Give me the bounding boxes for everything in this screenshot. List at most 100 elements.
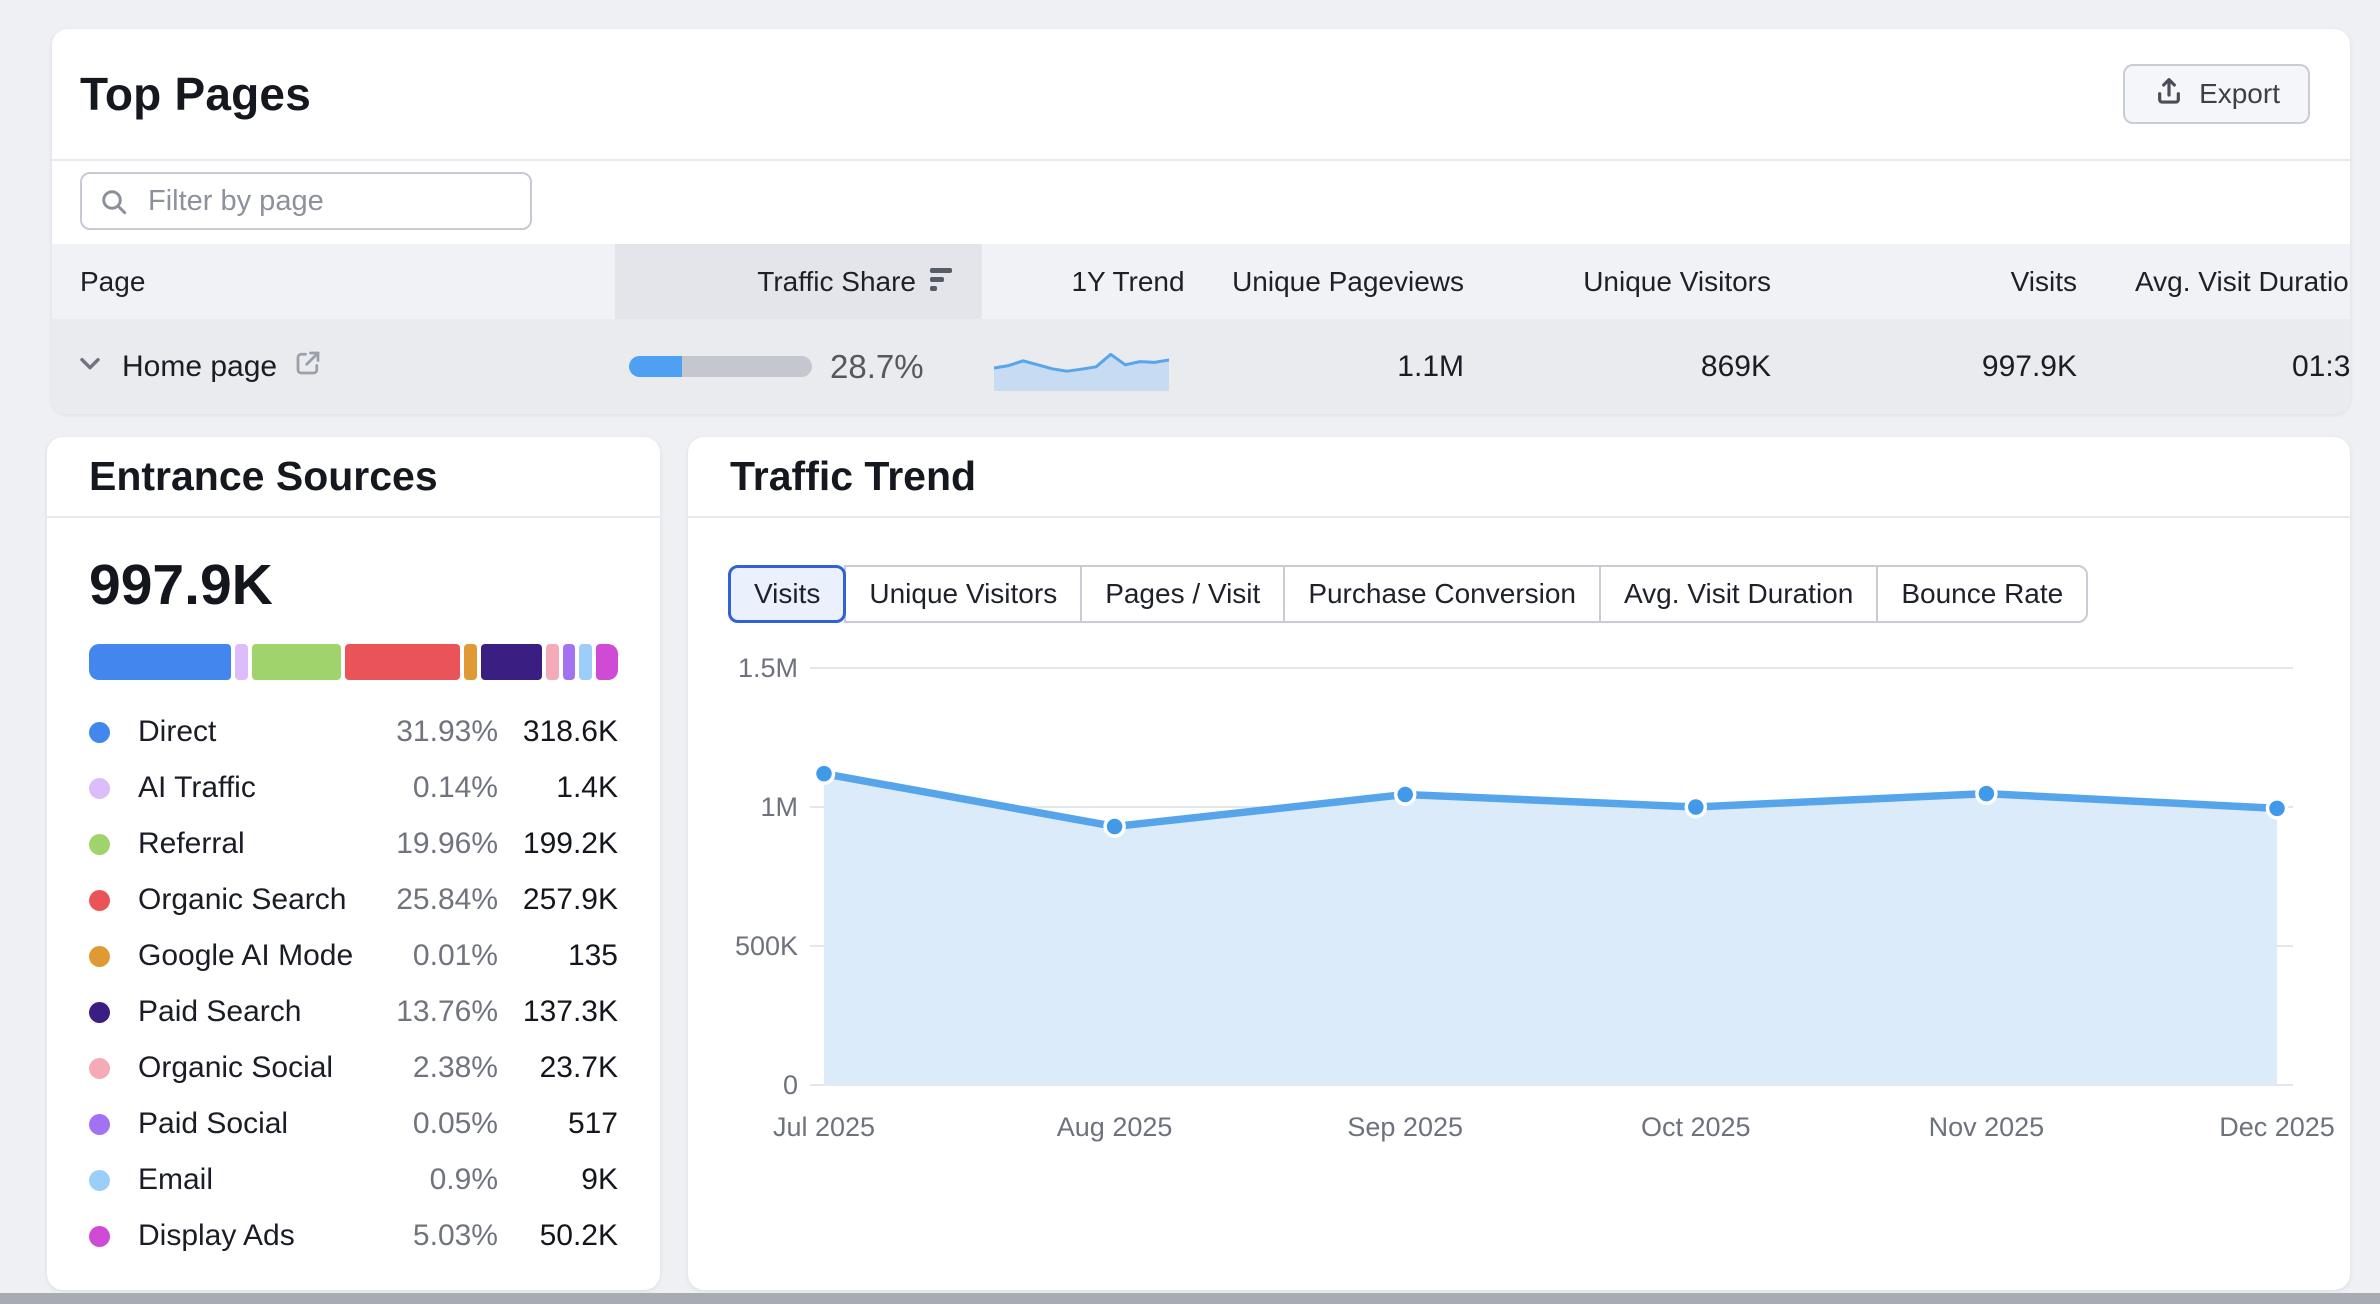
col-header-page[interactable]: Page bbox=[80, 244, 145, 319]
svg-text:1.5M: 1.5M bbox=[738, 653, 798, 683]
export-button[interactable]: Export bbox=[2123, 64, 2310, 124]
svg-text:Nov 2025: Nov 2025 bbox=[1929, 1112, 2045, 1142]
source-segment-email bbox=[579, 644, 591, 680]
legend-item-paid-search[interactable]: Paid Search13.76%137.3K bbox=[47, 984, 660, 1040]
filter-by-page-input[interactable] bbox=[80, 172, 532, 230]
source-segment-ai-traffic bbox=[235, 644, 247, 680]
legend-label: Paid Search bbox=[138, 995, 363, 1029]
svg-text:Oct 2025: Oct 2025 bbox=[1641, 1112, 1751, 1142]
legend-percent: 0.01% bbox=[363, 939, 498, 973]
chevron-down-icon[interactable] bbox=[74, 347, 106, 387]
source-segment-paid-social bbox=[563, 644, 575, 680]
traffic-trend-title: Traffic Trend bbox=[730, 453, 976, 500]
legend-label: Direct bbox=[138, 715, 363, 749]
legend-value: 137.3K bbox=[498, 995, 618, 1029]
entrance-sources-title: Entrance Sources bbox=[89, 453, 438, 500]
legend-label: Google AI Mode bbox=[138, 939, 363, 973]
svg-text:Sep 2025: Sep 2025 bbox=[1347, 1112, 1463, 1142]
filter-section bbox=[52, 161, 2350, 244]
1y-trend-sparkline bbox=[994, 342, 1169, 399]
entrance-sources-total: 997.9K bbox=[47, 518, 660, 618]
horizontal-scrollbar[interactable] bbox=[0, 1293, 2380, 1304]
legend-percent: 25.84% bbox=[363, 883, 498, 917]
svg-text:Aug 2025: Aug 2025 bbox=[1057, 1112, 1173, 1142]
legend-dot-icon bbox=[89, 1170, 110, 1191]
legend-value: 257.9K bbox=[498, 883, 618, 917]
tab-purchase-conversion[interactable]: Purchase Conversion bbox=[1283, 565, 1601, 623]
legend-value: 199.2K bbox=[498, 827, 618, 861]
legend-dot-icon bbox=[89, 722, 110, 743]
sort-descending-icon bbox=[930, 268, 952, 295]
legend-percent: 5.03% bbox=[363, 1219, 498, 1253]
legend-item-paid-social[interactable]: Paid Social0.05%517 bbox=[47, 1096, 660, 1152]
metric-tabs: VisitsUnique VisitorsPages / VisitPurcha… bbox=[728, 565, 2088, 623]
legend-item-referral[interactable]: Referral19.96%199.2K bbox=[47, 816, 660, 872]
col-header-avg-visit-duration[interactable]: Avg. Visit Duration bbox=[2135, 244, 2350, 319]
legend-value: 1.4K bbox=[498, 771, 618, 805]
tab-pages-visit[interactable]: Pages / Visit bbox=[1080, 565, 1285, 623]
tab-unique-visitors[interactable]: Unique Visitors bbox=[844, 565, 1082, 623]
page-link-label[interactable]: Home page bbox=[122, 350, 277, 384]
source-segment-display-ads bbox=[596, 644, 618, 680]
source-segment-organic-social bbox=[546, 644, 558, 680]
unique-visitors-value: 869K bbox=[1531, 319, 1771, 414]
legend-value: 517 bbox=[498, 1107, 618, 1141]
entrance-sources-legend: Direct31.93%318.6KAI Traffic0.14%1.4KRef… bbox=[47, 704, 660, 1264]
tab-visits[interactable]: Visits bbox=[728, 565, 846, 623]
legend-item-display-ads[interactable]: Display Ads5.03%50.2K bbox=[47, 1208, 660, 1264]
legend-dot-icon bbox=[89, 1114, 110, 1135]
tab-avg-visit-duration[interactable]: Avg. Visit Duration bbox=[1599, 565, 1878, 623]
legend-value: 9K bbox=[498, 1163, 618, 1197]
legend-percent: 13.76% bbox=[363, 995, 498, 1029]
legend-value: 135 bbox=[498, 939, 618, 973]
traffic-share-value: 28.7% bbox=[830, 319, 924, 414]
traffic-trend-header: Traffic Trend bbox=[688, 437, 2350, 518]
legend-dot-icon bbox=[89, 890, 110, 911]
table-header-row: Page Traffic Share 1Y Trend Unique Pagev… bbox=[52, 244, 2350, 319]
source-segment-organic-search bbox=[345, 644, 460, 680]
svg-text:Dec 2025: Dec 2025 bbox=[2219, 1112, 2335, 1142]
legend-value: 50.2K bbox=[498, 1219, 618, 1253]
legend-percent: 0.05% bbox=[363, 1107, 498, 1141]
legend-dot-icon bbox=[89, 946, 110, 967]
external-link-icon[interactable] bbox=[293, 348, 323, 386]
entrance-sources-stacked-bar bbox=[89, 644, 618, 680]
export-icon bbox=[2153, 75, 2185, 114]
col-header-unique-visitors[interactable]: Unique Visitors bbox=[1531, 244, 1771, 319]
export-label: Export bbox=[2199, 78, 2280, 110]
legend-label: Email bbox=[138, 1163, 363, 1197]
legend-dot-icon bbox=[89, 778, 110, 799]
legend-item-google-ai-mode[interactable]: Google AI Mode0.01%135 bbox=[47, 928, 660, 984]
legend-value: 23.7K bbox=[498, 1051, 618, 1085]
legend-item-organic-search[interactable]: Organic Search25.84%257.9K bbox=[47, 872, 660, 928]
svg-text:1M: 1M bbox=[760, 792, 798, 822]
legend-dot-icon bbox=[89, 1002, 110, 1023]
source-segment-google-ai-mode bbox=[464, 644, 476, 680]
legend-value: 318.6K bbox=[498, 715, 618, 749]
svg-text:Jul 2025: Jul 2025 bbox=[773, 1112, 875, 1142]
legend-label: Organic Social bbox=[138, 1051, 363, 1085]
legend-percent: 0.14% bbox=[363, 771, 498, 805]
legend-label: Organic Search bbox=[138, 883, 363, 917]
legend-item-organic-social[interactable]: Organic Social2.38%23.7K bbox=[47, 1040, 660, 1096]
legend-label: Referral bbox=[138, 827, 363, 861]
legend-dot-icon bbox=[89, 1058, 110, 1079]
source-segment-direct bbox=[89, 644, 231, 680]
unique-pageviews-value: 1.1M bbox=[1214, 319, 1464, 414]
legend-label: Display Ads bbox=[138, 1219, 363, 1253]
table-row-home-page[interactable]: Home page 28.7% 1.1M 869K 997.9K 01:31 bbox=[52, 319, 2350, 414]
legend-item-direct[interactable]: Direct31.93%318.6K bbox=[47, 704, 660, 760]
legend-item-email[interactable]: Email0.9%9K bbox=[47, 1152, 660, 1208]
tab-bounce-rate[interactable]: Bounce Rate bbox=[1876, 565, 2088, 623]
legend-item-ai-traffic[interactable]: AI Traffic0.14%1.4K bbox=[47, 760, 660, 816]
svg-text:0: 0 bbox=[783, 1070, 798, 1100]
visits-value: 997.9K bbox=[1897, 319, 2077, 414]
col-header-traffic-share[interactable]: Traffic Share bbox=[615, 244, 982, 319]
legend-percent: 0.9% bbox=[363, 1163, 498, 1197]
legend-dot-icon bbox=[89, 1226, 110, 1247]
col-header-visits[interactable]: Visits bbox=[1897, 244, 2077, 319]
col-header-unique-pageviews[interactable]: Unique Pageviews bbox=[1214, 244, 1464, 319]
entrance-sources-header: Entrance Sources bbox=[47, 437, 660, 518]
page-title: Top Pages bbox=[80, 67, 311, 121]
svg-text:500K: 500K bbox=[735, 931, 798, 961]
